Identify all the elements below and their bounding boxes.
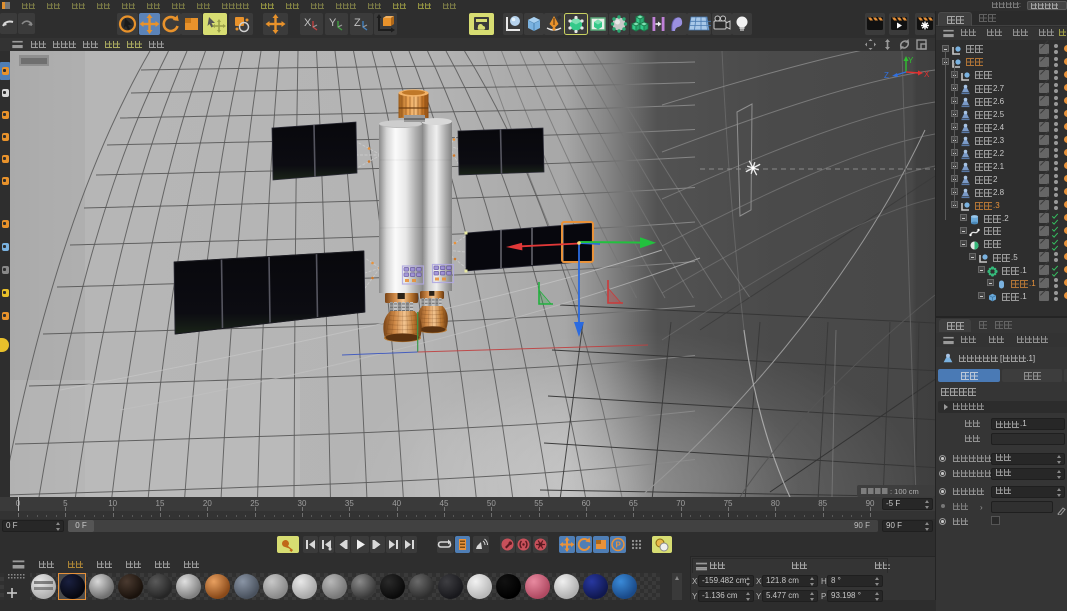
svg-text:Y: Y (329, 17, 337, 29)
svg-text:X: X (304, 17, 312, 29)
svg-text:Y: Y (908, 56, 914, 65)
svg-text:Z: Z (354, 17, 361, 29)
svg-text:X: X (924, 70, 930, 79)
svg-text:: 100 cm: : 100 cm (890, 487, 919, 496)
svg-text:P: P (616, 541, 622, 550)
svg-text:Z: Z (884, 71, 889, 80)
